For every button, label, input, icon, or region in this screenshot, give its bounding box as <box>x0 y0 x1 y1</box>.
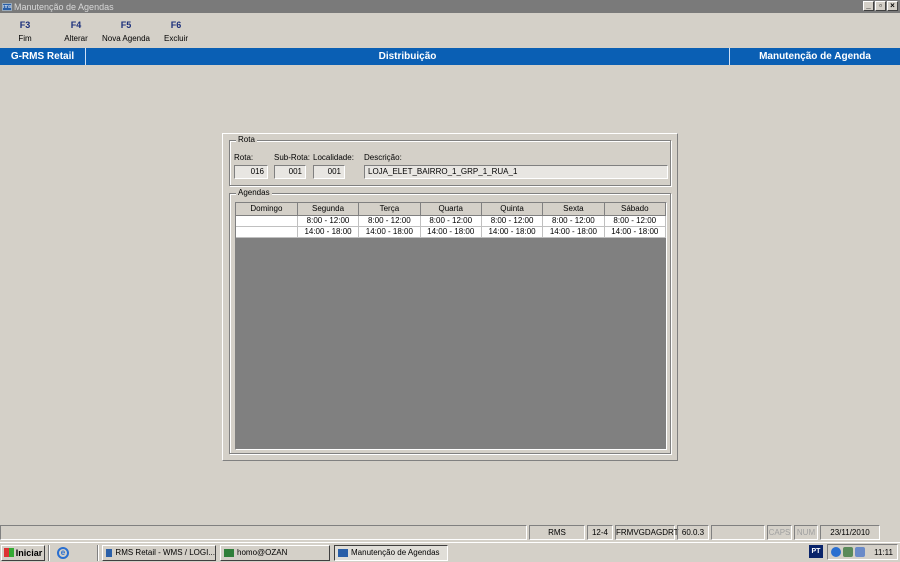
localidade-field[interactable]: 001 <box>313 165 345 179</box>
table-cell[interactable]: 14:00 - 18:00 <box>358 226 421 238</box>
rota-group-title: Rota <box>236 135 257 144</box>
system-tray: 11:11 <box>827 544 898 560</box>
terminal-icon <box>224 548 234 557</box>
fkey-code: F5 <box>120 20 132 30</box>
column-header-terca[interactable]: Terça <box>358 203 421 216</box>
close-button[interactable]: × <box>887 1 898 11</box>
rms-app-icon <box>106 548 113 557</box>
minimize-button[interactable]: _ <box>863 1 874 11</box>
task-label: RMS Retail - WMS / LOGI... <box>115 548 215 557</box>
subrota-label: Sub-Rota: <box>274 153 311 162</box>
status-caps: CAPS <box>767 525 792 540</box>
fkey-label: Excluir <box>163 34 188 43</box>
status-date: 23/11/2010 <box>820 525 880 540</box>
table-cell[interactable]: 14:00 - 18:00 <box>481 226 544 238</box>
column-header-sexta[interactable]: Sexta <box>542 203 605 216</box>
task-rms-retail[interactable]: RMS Retail - WMS / LOGI... <box>102 544 216 561</box>
task-label: Manutenção de Agendas <box>351 548 440 557</box>
status-num: NUM <box>794 525 818 540</box>
task-label: homo@OZAN <box>237 548 288 557</box>
table-cell[interactable]: 8:00 - 12:00 <box>358 215 421 227</box>
app-icon: rms <box>2 2 12 11</box>
column-header-quinta[interactable]: Quinta <box>481 203 544 216</box>
agenda-form-panel: Rota Rota: 016 Sub-Rota: 001 Localidade:… <box>222 133 678 461</box>
table-cell[interactable]: 8:00 - 12:00 <box>542 215 605 227</box>
table-cell[interactable]: 8:00 - 12:00 <box>481 215 544 227</box>
task-manutencao-agendas[interactable]: Manutenção de Agendas <box>334 544 448 561</box>
window-controls: _ ▫ × <box>863 1 898 11</box>
table-cell[interactable]: 14:00 - 18:00 <box>297 226 360 238</box>
maximize-button[interactable]: ▫ <box>875 1 886 11</box>
header-module: Distribuição <box>86 48 730 65</box>
fkey-code: F3 <box>19 20 31 30</box>
start-label: Iniciar <box>15 547 43 558</box>
localidade-label: Localidade: <box>313 153 354 162</box>
fkey-label: Nova Agenda <box>101 34 151 43</box>
descricao-label: Descrição: <box>364 153 402 162</box>
fkey-label: Fim <box>18 34 32 43</box>
network-icon[interactable] <box>831 547 841 557</box>
agendas-table: Domingo Segunda Terça Quarta Quinta Sext… <box>236 203 667 238</box>
module-header-bar: G-RMS Retail Distribuição Manutenção de … <box>0 48 900 65</box>
task-terminal[interactable]: homo@OZAN <box>220 544 330 561</box>
status-version: 60.0.3 <box>677 525 709 540</box>
agendas-grid[interactable]: Domingo Segunda Terça Quarta Quinta Sext… <box>235 202 667 450</box>
windows-logo-icon <box>3 548 14 557</box>
rms-app-icon <box>338 548 348 557</box>
table-cell[interactable]: 14:00 - 18:00 <box>604 226 667 238</box>
window-title: Manutenção de Agendas <box>14 1 114 12</box>
fkey-excluir-button[interactable]: F6 Excluir <box>163 20 189 43</box>
rota-group: Rota Rota: 016 Sub-Rota: 001 Localidade:… <box>229 135 671 186</box>
window-titlebar: rms Manutenção de Agendas _ ▫ × <box>0 0 900 13</box>
clock: 11:11 <box>874 547 893 557</box>
rota-label: Rota: <box>234 153 254 162</box>
table-cell[interactable]: 8:00 - 12:00 <box>420 215 482 227</box>
table-row[interactable]: 14:00 - 18:00 14:00 - 18:00 14:00 - 18:0… <box>236 226 667 238</box>
column-header-segunda[interactable]: Segunda <box>297 203 360 216</box>
start-button[interactable]: Iniciar <box>1 544 45 561</box>
table-cell[interactable]: 8:00 - 12:00 <box>604 215 667 227</box>
table-cell[interactable] <box>236 215 298 227</box>
fkey-code: F4 <box>70 20 82 30</box>
column-header-domingo[interactable]: Domingo <box>236 203 298 216</box>
header-app-name: G-RMS Retail <box>0 48 86 65</box>
status-bar: RMS 12-4 FRMVGDAGDRT 60.0.3 CAPS NUM 23/… <box>0 524 900 541</box>
monitor-icon[interactable] <box>843 547 853 557</box>
table-header-row: Domingo Segunda Terça Quarta Quinta Sext… <box>236 203 667 216</box>
status-system: RMS <box>529 525 585 540</box>
table-cell[interactable]: 14:00 - 18:00 <box>420 226 482 238</box>
taskbar-separator <box>48 544 50 561</box>
agendas-group: Agendas Domingo Segunda Terça Quarta Qui… <box>229 188 671 454</box>
taskbar-separator <box>97 544 99 561</box>
table-cell[interactable]: 8:00 - 12:00 <box>297 215 360 227</box>
rota-field[interactable]: 016 <box>234 165 268 179</box>
language-indicator[interactable]: PT <box>809 545 823 558</box>
descricao-field[interactable]: LOJA_ELET_BAIRRO_1_GRP_1_RUA_1 <box>364 165 668 179</box>
table-cell[interactable]: 14:00 - 18:00 <box>542 226 605 238</box>
taskbar: Iniciar e RMS Retail - WMS / LOGI... hom… <box>0 542 900 562</box>
fkey-alterar-button[interactable]: F4 Alterar <box>62 20 90 43</box>
function-key-toolbar: F3 Fim F4 Alterar F5 Nova Agenda F6 Excl… <box>0 14 900 46</box>
agendas-group-title: Agendas <box>236 188 272 197</box>
speaker-icon[interactable] <box>855 547 865 557</box>
fkey-nova-agenda-button[interactable]: F5 Nova Agenda <box>101 20 151 43</box>
fkey-label: Alterar <box>64 34 88 43</box>
fkey-code: F6 <box>170 20 182 30</box>
column-header-quarta[interactable]: Quarta <box>420 203 482 216</box>
fkey-fim-button[interactable]: F3 Fim <box>16 20 34 43</box>
status-blank <box>711 525 765 540</box>
subrota-field[interactable]: 001 <box>274 165 306 179</box>
table-row[interactable]: 8:00 - 12:00 8:00 - 12:00 8:00 - 12:00 8… <box>236 215 667 227</box>
column-header-sabado[interactable]: Sábado <box>604 203 667 216</box>
table-cell[interactable] <box>236 226 298 238</box>
status-code: 12-4 <box>587 525 613 540</box>
header-screen-name: Manutenção de Agenda <box>759 51 871 62</box>
internet-explorer-icon[interactable]: e <box>57 546 69 559</box>
status-form: FRMVGDAGDRT <box>615 525 679 540</box>
status-message <box>0 525 527 540</box>
